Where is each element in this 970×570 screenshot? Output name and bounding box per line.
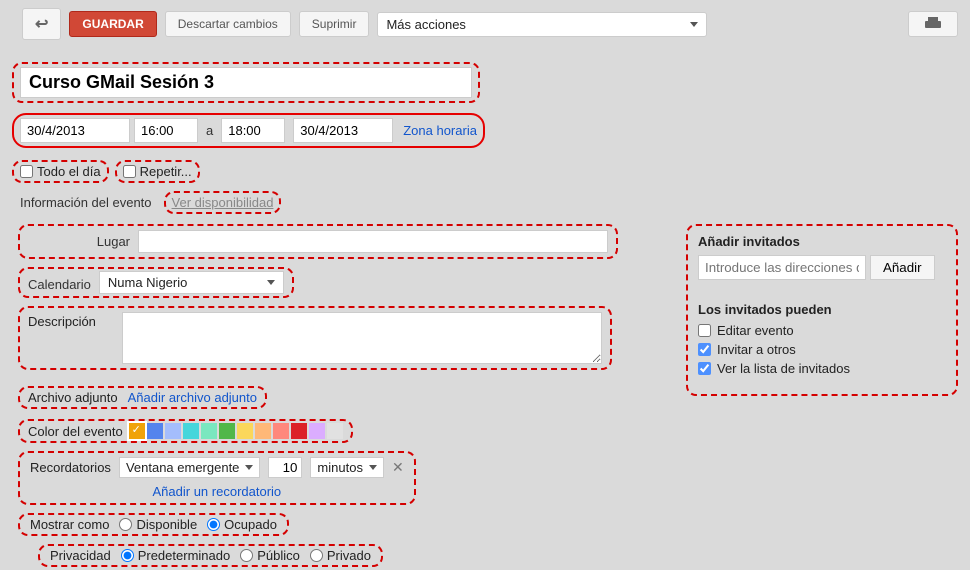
reminder-unit-value: minutos [317,460,363,475]
event-color-label: Color del evento [28,424,123,439]
repeat-label: Repetir... [140,164,192,179]
more-actions-dropdown[interactable]: Más acciones [377,12,707,37]
chevron-down-icon [690,22,698,27]
color-swatches [129,423,343,439]
reminder-unit-select[interactable]: minutos [310,457,384,478]
show-as-label: Mostrar como [30,517,109,532]
guests-title: Añadir invitados [698,234,946,249]
privacy-public-radio[interactable]: Público [240,548,300,563]
show-as-row: Mostrar como Disponible Ocupado [18,513,289,536]
chevron-down-icon [369,465,377,470]
add-guest-button[interactable]: Añadir [870,255,935,280]
end-date-input[interactable] [293,118,393,143]
color-swatch[interactable] [147,423,163,439]
guest-email-input[interactable] [698,255,866,280]
place-row: Lugar [18,224,618,259]
color-swatch[interactable] [237,423,253,439]
delete-button[interactable]: Suprimir [299,11,370,37]
reminder-type-value: Ventana emergente [126,460,239,475]
attachment-label: Archivo adjunto [28,390,118,405]
attachment-row: Archivo adjunto Añadir archivo adjunto [18,386,267,409]
print-button[interactable] [908,11,958,37]
chevron-down-icon [267,280,275,285]
repeat-checkbox[interactable]: Repetir... [115,160,200,183]
to-separator: a [198,123,221,138]
tab-availability[interactable]: Ver disponibilidad [164,191,282,214]
calendar-value: Numa Nigerio [108,275,187,290]
chevron-down-icon [245,465,253,470]
printer-icon [925,17,941,31]
place-label: Lugar [20,230,130,249]
event-color-row: Color del evento [18,419,353,443]
tab-event-info[interactable]: Información del evento [18,191,154,214]
calendar-row: Calendario Numa Nigerio [18,267,294,298]
end-time-input[interactable] [221,118,285,143]
guests-panel: Añadir invitados Añadir Los invitados pu… [686,224,958,396]
add-reminder-link[interactable]: Añadir un recordatorio [153,484,282,499]
privacy-private-radio[interactable]: Privado [310,548,371,563]
more-actions-label: Más acciones [386,17,465,32]
description-row: Descripción [18,306,612,370]
guest-can-invite-checkbox[interactable]: Invitar a otros [698,342,946,357]
timezone-link[interactable]: Zona horaria [403,123,477,138]
color-swatch[interactable] [327,423,343,439]
reminders-block: Recordatorios Ventana emergente minutos … [18,451,416,505]
start-time-input[interactable] [134,118,198,143]
color-swatch[interactable] [183,423,199,439]
discard-button[interactable]: Descartar cambios [165,11,291,37]
reminder-type-select[interactable]: Ventana emergente [119,457,260,478]
reminders-label: Recordatorios [30,460,111,475]
back-arrow-icon: ↩ [35,14,48,34]
calendar-label: Calendario [28,273,91,292]
add-attachment-link[interactable]: Añadir archivo adjunto [128,390,257,405]
guest-can-see-checkbox[interactable]: Ver la lista de invitados [698,361,946,376]
calendar-select[interactable]: Numa Nigerio [99,271,284,294]
datetime-row: a Zona horaria [12,113,485,148]
guest-can-edit-checkbox[interactable]: Editar evento [698,323,946,338]
color-swatch[interactable] [219,423,235,439]
color-swatch[interactable] [291,423,307,439]
color-swatch[interactable] [273,423,289,439]
remove-reminder-icon[interactable]: ✕ [392,459,404,476]
color-swatch[interactable] [309,423,325,439]
place-input[interactable] [138,230,608,253]
color-swatch[interactable] [165,423,181,439]
privacy-default-radio[interactable]: Predeterminado [121,548,231,563]
description-label: Descripción [28,312,114,329]
show-busy-radio[interactable]: Ocupado [207,517,277,532]
privacy-label: Privacidad [50,548,111,563]
start-date-input[interactable] [20,118,130,143]
show-available-radio[interactable]: Disponible [119,517,197,532]
description-input[interactable] [122,312,602,364]
color-swatch[interactable] [129,423,145,439]
privacy-row: Privacidad Predeterminado Público Privad… [38,544,383,567]
all-day-label: Todo el día [37,164,101,179]
save-button[interactable]: GUARDAR [69,11,156,37]
back-button[interactable]: ↩ [22,8,61,40]
event-title-input[interactable] [20,67,472,98]
color-swatch[interactable] [201,423,217,439]
reminder-number-input[interactable] [268,457,302,478]
color-swatch[interactable] [255,423,271,439]
all-day-checkbox[interactable]: Todo el día [12,160,109,183]
guests-can-title: Los invitados pueden [698,302,946,317]
